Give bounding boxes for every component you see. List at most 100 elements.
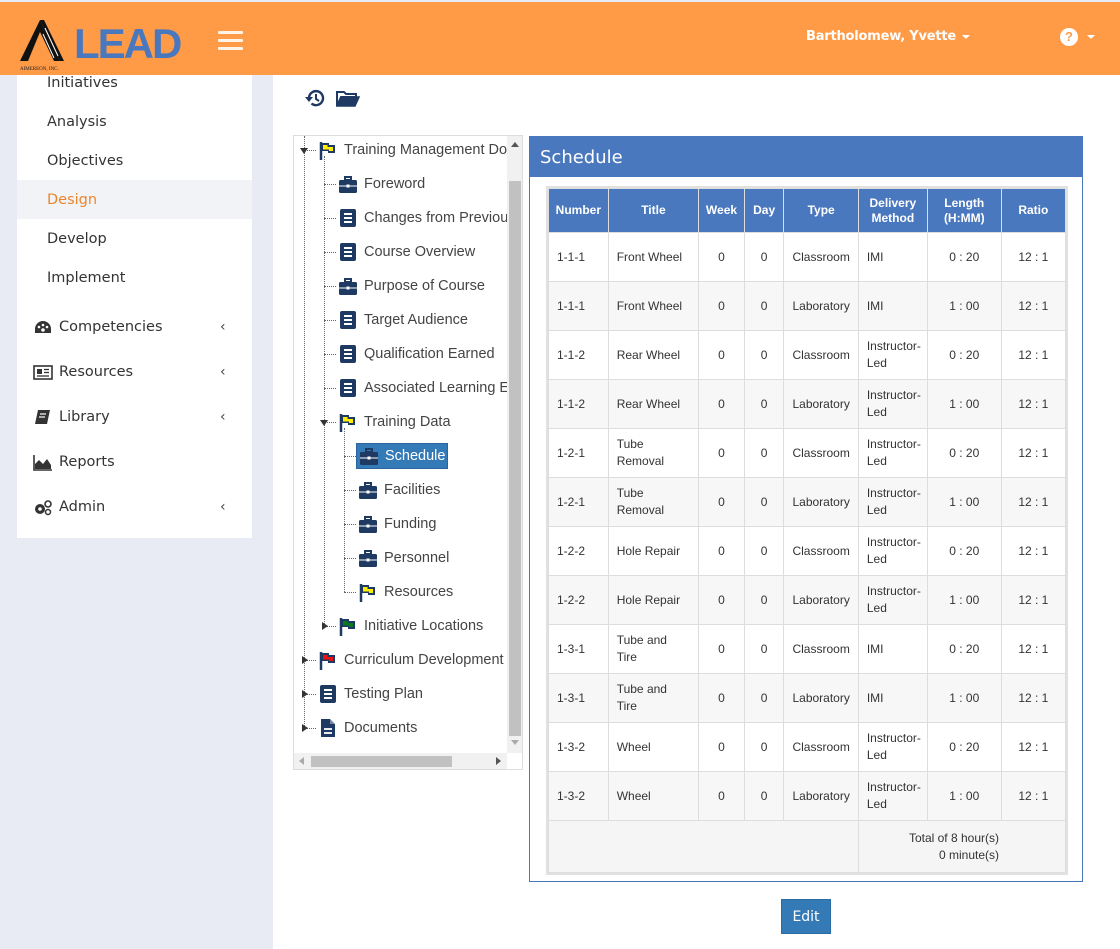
tree-node-foreword[interactable]: Foreword <box>338 172 425 196</box>
tree-vertical-scrollbar[interactable] <box>507 136 522 753</box>
cell-ratio: 12 : 1 <box>1000 575 1067 625</box>
sidebar-item-label: Initiatives <box>47 75 118 91</box>
tree-node-purpose-of-course[interactable]: Purpose of Course <box>338 274 485 298</box>
column-header-number[interactable]: Number <box>548 188 609 233</box>
help-menu[interactable]: ? <box>1060 28 1095 46</box>
cell-day: 0 <box>743 624 785 674</box>
column-header-day[interactable]: Day <box>743 188 785 233</box>
tree-horizontal-scroll-thumb[interactable] <box>311 756 452 767</box>
logo-text: LEAD <box>74 20 181 67</box>
chevron-left-icon: ‹ <box>220 409 226 425</box>
cell-delivery-method: IMI <box>857 673 928 723</box>
cell-week: 0 <box>698 771 745 821</box>
table-row: 1-1-2 Rear Wheel 0 0 Classroom Instructor-Led… <box>548 330 1067 380</box>
tree-node-resources[interactable]: Resources <box>358 580 453 604</box>
tree-node-documents[interactable]: Documents <box>318 716 417 740</box>
sidebar-item-analysis[interactable]: Analysis <box>17 104 252 143</box>
cell-delivery-method: Instructor-Led <box>857 428 928 478</box>
tree-node-label: Purpose of Course <box>364 278 485 294</box>
user-menu[interactable]: Bartholomew, Yvette <box>806 29 971 44</box>
sidebar-item-label: Resources <box>59 364 134 380</box>
cell-day: 0 <box>743 722 785 772</box>
collapse-toggle-icon[interactable] <box>320 420 328 426</box>
column-header-length[interactable]: Length (H:MM) <box>926 188 1002 233</box>
tree-horizontal-scrollbar[interactable] <box>294 753 507 769</box>
cell-title: Tube and Tire <box>607 624 700 674</box>
tree-node-testing-plan[interactable]: Testing Plan <box>318 682 423 706</box>
sidebar-item-develop[interactable]: Develop <box>17 221 252 260</box>
sidebar-item-initiatives[interactable]: Initiatives <box>17 65 252 104</box>
sidebar-item-reports[interactable]: Reports <box>17 443 252 483</box>
cell-ratio: 12 : 1 <box>1000 673 1067 723</box>
sidebar-item-label: Implement <box>47 270 126 286</box>
sidebar-item-label: Admin <box>59 499 106 515</box>
tree-node-schedule[interactable]: Schedule <box>356 443 449 469</box>
sidebar-item-resources[interactable]: Resources ‹ <box>17 353 252 393</box>
tree-node-course-overview[interactable]: Course Overview <box>338 240 475 264</box>
list-icon <box>338 310 358 330</box>
cell-title: Front Wheel <box>607 232 700 282</box>
tree-node-label: Qualification Earned <box>364 346 495 362</box>
cell-day: 0 <box>743 379 785 429</box>
dashboard-icon <box>35 321 51 333</box>
expand-toggle-icon[interactable] <box>302 656 308 664</box>
tree-node-associated-learning-ev[interactable]: Associated Learning Ev <box>338 376 516 400</box>
tree-node-facilities[interactable]: Facilities <box>358 478 440 502</box>
table-row: 1-2-2 Hole Repair 0 0 Laboratory Instructor-L… <box>548 575 1067 625</box>
tree-guide-line <box>324 354 336 355</box>
sidebar-item-library[interactable]: Library ‹ <box>17 398 252 438</box>
folder-open-icon[interactable] <box>336 89 360 108</box>
collapse-toggle-icon[interactable] <box>300 148 308 154</box>
scroll-down-arrow-icon[interactable] <box>511 740 519 745</box>
cell-type: Laboratory <box>783 379 859 429</box>
column-header-ratio[interactable]: Ratio <box>1000 188 1067 233</box>
sidebar-item-admin[interactable]: Admin ‹ <box>17 488 252 528</box>
expand-toggle-icon[interactable] <box>302 690 308 698</box>
expand-toggle-icon[interactable] <box>302 724 308 732</box>
tree-guide-line <box>324 286 336 287</box>
sidebar-item-implement[interactable]: Implement <box>17 260 252 299</box>
sidebar-item-objectives[interactable]: Objectives <box>17 143 252 182</box>
table-row: 1-2-1 Tube Removal 0 0 Classroom Instructor-L… <box>548 428 1067 478</box>
sidebar-item-design[interactable]: Design <box>17 180 252 219</box>
cell-week: 0 <box>698 232 745 282</box>
list-icon <box>318 684 338 704</box>
scroll-up-arrow-icon[interactable] <box>511 142 519 147</box>
cell-day: 0 <box>743 281 785 331</box>
tree-node-qualification-earned[interactable]: Qualification Earned <box>338 342 495 366</box>
column-header-title[interactable]: Title <box>607 188 700 233</box>
sidebar: Initiatives Analysis Objectives Design D… <box>17 75 252 538</box>
tree-node-training-management-doc[interactable]: Training Management Doc <box>318 138 514 162</box>
column-header-type[interactable]: Type <box>783 188 859 233</box>
column-header-week[interactable]: Week <box>698 188 745 233</box>
tree-node-target-audience[interactable]: Target Audience <box>338 308 468 332</box>
history-icon[interactable] <box>304 87 326 109</box>
scroll-left-arrow-icon[interactable] <box>299 757 304 765</box>
sidebar-item-competencies[interactable]: Competencies ‹ <box>17 308 252 348</box>
table-row: 1-3-2 Wheel 0 0 Classroom Instructor-Led 0 : 2… <box>548 722 1067 772</box>
tree-node-personnel[interactable]: Personnel <box>358 546 449 570</box>
tree-node-training-data[interactable]: Training Data <box>338 410 451 434</box>
tree-node-funding[interactable]: Funding <box>358 512 436 536</box>
cell-number: 1-3-2 <box>548 722 609 772</box>
edit-button[interactable]: Edit <box>781 899 831 934</box>
cell-title: Hole Repair <box>607 526 700 576</box>
tree-node-curriculum-development[interactable]: Curriculum Development <box>318 648 504 672</box>
tree-guide-line <box>344 592 356 593</box>
tree-vertical-scroll-thumb[interactable] <box>509 181 521 736</box>
cell-length: 0 : 20 <box>926 232 1002 282</box>
column-header-delivery-method[interactable]: Delivery Method <box>857 188 928 233</box>
expand-toggle-icon[interactable] <box>322 622 328 630</box>
cell-week: 0 <box>698 379 745 429</box>
hamburger-icon[interactable] <box>218 31 243 50</box>
tree-node-changes-from-previous[interactable]: Changes from Previous <box>338 206 516 230</box>
scroll-right-arrow-icon[interactable] <box>496 757 501 765</box>
lead-logo[interactable]: AIMEREON, INC. LEAD <box>18 16 198 72</box>
tree-node-label: Schedule <box>385 446 448 466</box>
cell-delivery-method: IMI <box>857 232 928 282</box>
cell-length: 1 : 00 <box>926 379 1002 429</box>
tree-node-label: Training Data <box>364 414 451 430</box>
list-icon <box>338 378 358 398</box>
gears-icon <box>35 500 52 516</box>
tree-node-initiative-locations[interactable]: Initiative Locations <box>338 614 483 638</box>
